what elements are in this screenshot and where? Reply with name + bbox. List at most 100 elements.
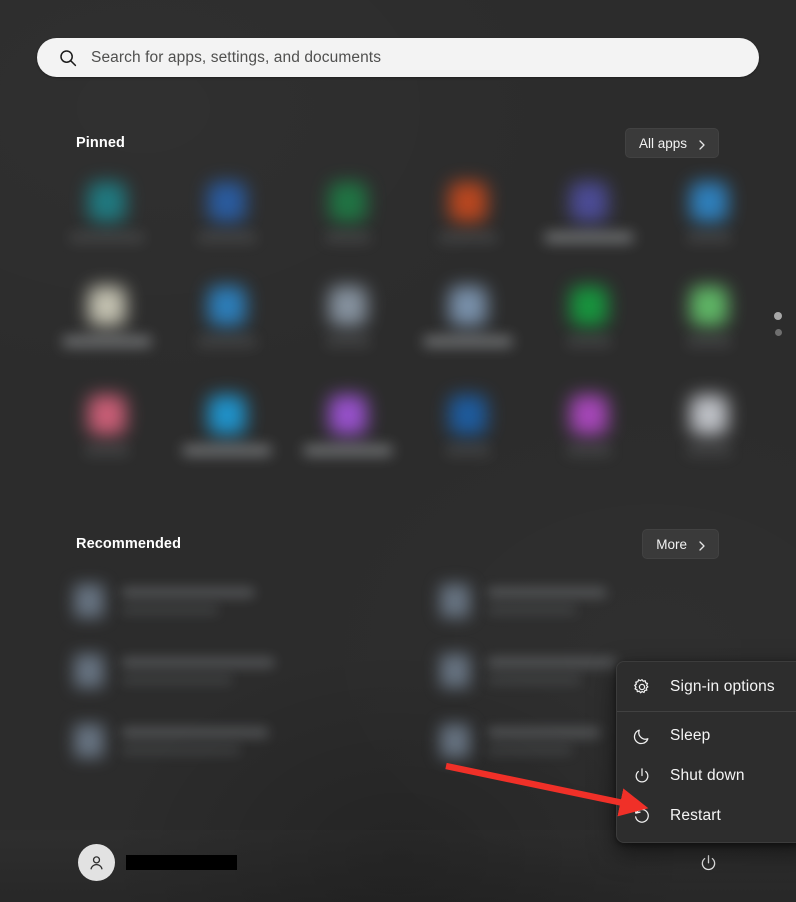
page-dot-2[interactable]	[774, 329, 782, 336]
pinned-app-3[interactable]	[293, 172, 403, 272]
app-icon	[208, 182, 246, 222]
recommended-item-title-redacted	[122, 658, 274, 667]
app-label-redacted	[70, 233, 144, 242]
app-icon	[208, 395, 246, 435]
recommended-item-subtitle-redacted	[122, 606, 218, 614]
recommended-item-text	[488, 728, 600, 754]
app-label-redacted	[687, 337, 731, 346]
pinned-app-10[interactable]	[413, 276, 523, 376]
menu-item-label: Shut down	[670, 767, 745, 784]
app-label-redacted	[183, 446, 271, 455]
pinned-app-6[interactable]	[654, 172, 764, 272]
pinned-header: Pinned All apps	[76, 128, 719, 158]
document-icon	[440, 654, 470, 688]
more-label: More	[656, 536, 687, 552]
pinned-app-15[interactable]	[293, 385, 403, 485]
page-dot-1[interactable]	[774, 312, 782, 320]
pinned-app-8[interactable]	[172, 276, 282, 376]
recommended-item-title-redacted	[122, 588, 254, 597]
chevron-right-icon	[697, 138, 707, 150]
recommended-item-text	[122, 658, 274, 684]
menu-item-label: Sleep	[670, 727, 711, 744]
app-label-redacted	[424, 337, 512, 346]
recommended-item-title-redacted	[488, 658, 616, 667]
recommended-item-title-redacted	[488, 588, 606, 597]
search-input[interactable]: Search for apps, settings, and documents	[91, 49, 381, 67]
search-bar[interactable]: Search for apps, settings, and documents	[37, 38, 759, 77]
pinned-apps-grid	[52, 172, 752, 502]
pinned-app-13[interactable]	[52, 385, 162, 485]
power-icon	[701, 855, 716, 871]
user-name-redacted	[126, 855, 237, 870]
app-icon	[449, 286, 487, 326]
recommended-header: Recommended More	[76, 529, 719, 559]
recommended-item-text	[488, 658, 616, 684]
recommended-item-title-redacted	[488, 728, 600, 737]
menu-item-shut-down[interactable]: Shut down	[617, 756, 796, 796]
moon-icon	[631, 726, 652, 747]
app-label-redacted	[567, 446, 611, 455]
pinned-app-4[interactable]	[413, 172, 523, 272]
gear-icon	[631, 677, 652, 698]
power-button[interactable]	[692, 847, 725, 880]
recommended-item-3[interactable]	[60, 710, 360, 772]
recommended-item-text	[122, 728, 268, 754]
restart-icon	[631, 806, 652, 827]
pinned-app-9[interactable]	[293, 276, 403, 376]
pinned-app-12[interactable]	[654, 276, 764, 376]
app-label-redacted	[304, 446, 392, 455]
app-icon	[88, 395, 126, 435]
recommended-item-subtitle-redacted	[122, 676, 232, 684]
pinned-app-1[interactable]	[52, 172, 162, 272]
all-apps-label: All apps	[638, 135, 687, 151]
app-label-redacted	[85, 446, 129, 455]
pinned-app-5[interactable]	[534, 172, 644, 272]
recommended-item-subtitle-redacted	[488, 606, 576, 614]
app-icon	[449, 395, 487, 435]
app-icon	[690, 182, 728, 222]
pinned-app-2[interactable]	[172, 172, 282, 272]
document-icon	[74, 724, 104, 758]
power-options-menu: Sign-in options Sleep Shut down Restart	[616, 661, 796, 843]
app-icon	[329, 182, 367, 222]
app-label-redacted	[198, 337, 256, 346]
menu-item-restart[interactable]: Restart	[617, 796, 796, 836]
recommended-item-subtitle-redacted	[488, 676, 580, 684]
power-icon	[631, 766, 652, 787]
app-icon	[570, 286, 608, 326]
all-apps-button[interactable]: All apps	[624, 128, 719, 158]
menu-item-label: Restart	[670, 807, 722, 824]
recommended-item-1[interactable]	[60, 570, 360, 632]
document-icon	[74, 654, 104, 688]
recommended-item-4[interactable]	[426, 570, 726, 632]
pinned-app-7[interactable]	[52, 276, 162, 376]
recommended-item-text	[488, 588, 606, 614]
recommended-item-title-redacted	[122, 728, 268, 737]
start-menu-window: Search for apps, settings, and documents…	[0, 0, 796, 902]
app-icon	[88, 286, 126, 326]
pinned-app-18[interactable]	[654, 385, 764, 485]
search-icon	[58, 48, 78, 68]
recommended-item-2[interactable]	[60, 640, 360, 702]
app-icon	[690, 286, 728, 326]
menu-item-sign-in-options[interactable]: Sign-in options	[617, 667, 796, 707]
more-button[interactable]: More	[642, 529, 719, 559]
pinned-app-17[interactable]	[534, 385, 644, 485]
menu-item-sleep[interactable]: Sleep	[617, 716, 796, 756]
chevron-right-icon	[697, 539, 707, 551]
pinned-page-indicator[interactable]	[771, 312, 785, 336]
app-label-redacted	[439, 233, 497, 242]
menu-separator	[617, 711, 796, 712]
recommended-item-subtitle-redacted	[122, 746, 240, 754]
app-icon	[208, 286, 246, 326]
user-avatar-icon	[78, 844, 115, 881]
pinned-app-11[interactable]	[534, 276, 644, 376]
app-label-redacted	[446, 446, 490, 455]
pinned-app-16[interactable]	[413, 385, 523, 485]
app-label-redacted	[687, 446, 731, 455]
app-label-redacted	[198, 233, 256, 242]
pinned-app-14[interactable]	[172, 385, 282, 485]
account-button[interactable]	[78, 844, 237, 881]
app-icon	[329, 286, 367, 326]
document-icon	[440, 584, 470, 618]
